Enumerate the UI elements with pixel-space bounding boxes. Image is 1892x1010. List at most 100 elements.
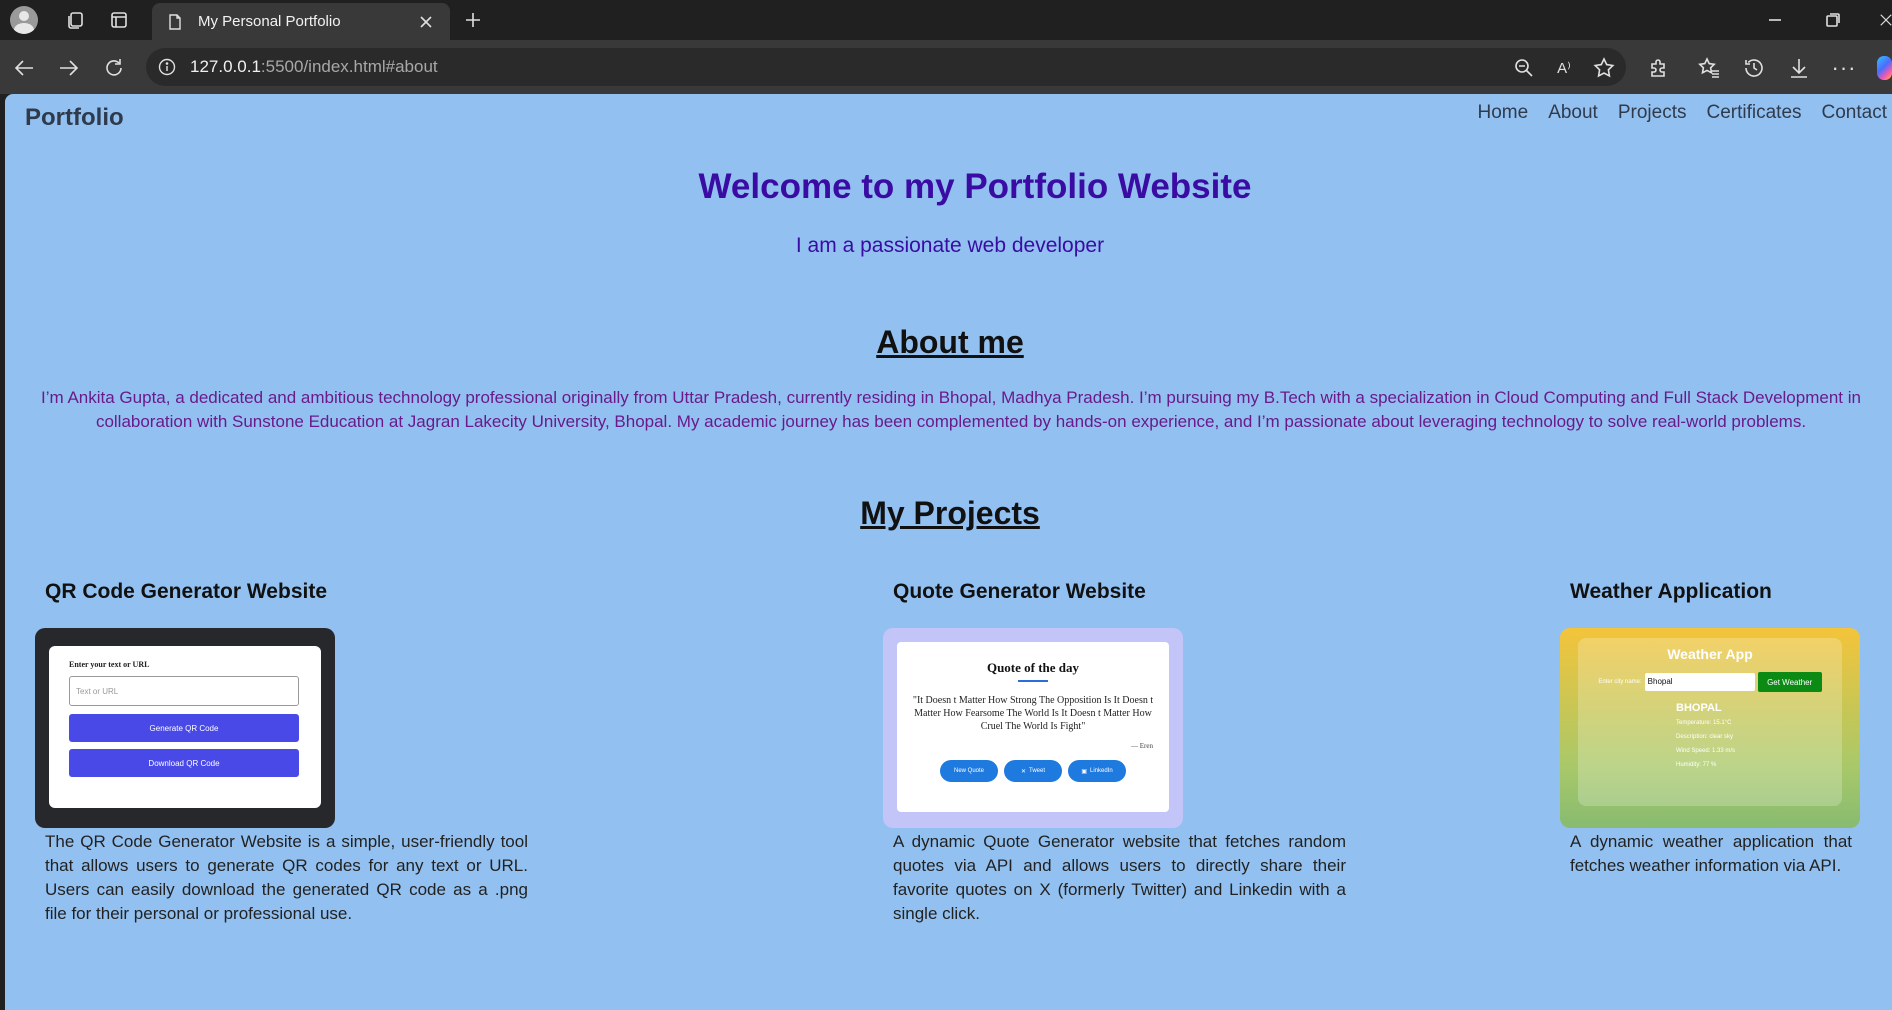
about-heading: About me (876, 324, 1024, 360)
profile-button[interactable] (8, 6, 40, 34)
site-info-icon[interactable] (158, 58, 176, 76)
weather-preview-search-row: Enter city name: Bhopal Get Weather (1578, 672, 1842, 692)
qr-preview-input: Text or URL (69, 676, 299, 706)
page-viewport: Portfolio Home About Projects Certificat… (5, 94, 1892, 1010)
quote-preview-linkedin-label: LinkedIn (1089, 768, 1113, 774)
refresh-button[interactable] (100, 54, 128, 82)
weather-preview-temperature: Temperature: 15.1°C (1676, 720, 1732, 726)
qr-preview-label: Enter your text or URL (69, 660, 150, 669)
collections-button[interactable] (62, 6, 90, 34)
quote-preview-new-button: New Quote (940, 760, 998, 782)
nav-link-home[interactable]: Home (1478, 102, 1529, 124)
about-text: I’m Ankita Gupta, a dedicated and ambiti… (41, 388, 1861, 431)
address-bar[interactable]: 127.0.0.1:5500/index.html#about (146, 48, 1626, 86)
weather-preview-humidity: Humidity: 77 % (1676, 762, 1717, 768)
copilot-icon (1877, 56, 1892, 80)
hero-subtitle: I am a passionate web developer (795, 234, 1105, 257)
minimize-button[interactable] (1760, 6, 1790, 34)
projects-heading: My Projects (860, 495, 1040, 531)
window-close-button[interactable] (1872, 6, 1892, 34)
weather-preview-card: Weather App Enter city name: Bhopal Get … (1578, 638, 1842, 806)
extensions-button[interactable] (1645, 54, 1673, 82)
refresh-icon (106, 59, 122, 76)
favorites-icon (1698, 57, 1719, 78)
downloads-button[interactable] (1785, 54, 1813, 82)
extensions-icon (1651, 59, 1665, 77)
back-icon (14, 60, 33, 76)
maximize-button[interactable] (1818, 6, 1848, 34)
weather-preview-title: Weather App (1667, 646, 1753, 662)
weather-preview-result: BHOPAL Temperature: 15.1°C Description: … (1676, 702, 1842, 768)
nav-link-about[interactable]: About (1548, 102, 1598, 124)
weather-preview-city: BHOPAL (1676, 702, 1722, 714)
copilot-button[interactable] (1877, 54, 1892, 82)
zoom-button[interactable] (1510, 54, 1538, 82)
browser-tab-active[interactable]: My Personal Portfolio (152, 3, 450, 40)
project-card-quote: Quote Generator Website Quote of the day… (883, 580, 1346, 923)
nav-link-projects[interactable]: Projects (1618, 102, 1687, 124)
qr-preview-download-button: Download QR Code (69, 749, 299, 777)
x-logo-icon: ✕ (1020, 768, 1026, 775)
weather-preview-description: Description: clear sky (1676, 734, 1734, 740)
qr-preview-generate-button: Generate QR Code (69, 714, 299, 742)
url-text[interactable]: 127.0.0.1:5500/index.html#about (190, 57, 438, 77)
collections-icon (68, 12, 83, 29)
project-description: A dynamic weather application that fetch… (1570, 832, 1852, 875)
profile-icon (10, 6, 38, 34)
quote-preview-card: Quote of the day "It Doesn t Matter How … (897, 642, 1169, 812)
history-icon (1745, 59, 1763, 77)
weather-preview-wind: Wind Speed: 1.33 m/s (1676, 748, 1736, 754)
nav-link-certificates[interactable]: Certificates (1706, 102, 1801, 124)
quote-preview-text: "It Doesn t Matter How Strong The Opposi… (912, 695, 1154, 732)
window-close-icon (1880, 14, 1892, 26)
linkedin-logo-icon: ▣ (1081, 768, 1087, 775)
quote-preview-divider (1018, 680, 1048, 682)
close-icon[interactable] (416, 12, 436, 32)
minimize-icon (1769, 19, 1781, 21)
site-navbar: Portfolio Home About Projects Certificat… (5, 94, 1892, 140)
site-brand[interactable]: Portfolio (25, 104, 124, 132)
project-thumbnail-quote: Quote of the day "It Doesn t Matter How … (883, 628, 1183, 828)
quote-preview-heading: Quote of the day (986, 660, 1080, 675)
project-card-weather: Weather Application Weather App Enter ci… (1560, 580, 1860, 875)
maximize-icon (1826, 13, 1840, 27)
quote-preview-tweet-label: Tweet (1029, 768, 1046, 774)
project-description: A dynamic Quote Generator website that f… (893, 832, 1346, 923)
project-card-qr: QR Code Generator Website Enter your tex… (35, 580, 528, 923)
more-icon: ··· (1831, 55, 1857, 80)
nav-link-contact[interactable]: Contact (1822, 102, 1887, 124)
nav-links: Home About Projects Certificates Contact (1478, 102, 1888, 124)
browser-tabstrip: My Personal Portfolio (0, 0, 1892, 40)
tab-actions-button[interactable] (105, 6, 133, 34)
read-aloud-button[interactable]: A⁾ (1550, 54, 1578, 82)
quote-preview-buttons: New Quote ✕ Tweet ▣ LinkedIn (911, 760, 1155, 782)
url-path: :5500/index.html#about (260, 57, 438, 76)
forward-icon (60, 60, 79, 76)
project-description: The QR Code Generator Website is a simpl… (45, 832, 528, 923)
quote-preview-new-label: New Quote (953, 768, 984, 774)
url-host: 127.0.0.1 (190, 57, 261, 76)
favorites-button[interactable] (1695, 54, 1723, 82)
qr-preview-card: Enter your text or URL Text or URL Gener… (49, 646, 321, 808)
browser-toolbar: 127.0.0.1:5500/index.html#about A⁾ ··· (0, 40, 1892, 94)
hero-title: Welcome to my Portfolio Website (698, 167, 1252, 206)
favorite-star-icon (1593, 57, 1615, 78)
zoom-icon (1515, 59, 1533, 77)
new-tab-button[interactable] (458, 6, 488, 34)
more-button[interactable]: ··· (1830, 54, 1858, 82)
project-title: Quote Generator Website (893, 580, 1146, 603)
weather-preview-input-label: Enter city name: (1598, 679, 1642, 685)
project-thumbnail-qr: Enter your text or URL Text or URL Gener… (35, 628, 335, 828)
quote-preview-tweet-button: ✕ Tweet (1004, 760, 1062, 782)
tab-actions-icon (111, 12, 127, 28)
add-favorite-button[interactable] (1590, 54, 1618, 82)
page-icon (166, 13, 184, 31)
project-title: Weather Application (1570, 580, 1772, 603)
read-aloud-icon: A⁾ (1557, 60, 1571, 77)
forward-button[interactable] (55, 54, 83, 82)
quote-preview-author: — Eren (1131, 742, 1153, 750)
project-thumbnail-weather: Weather App Enter city name: Bhopal Get … (1560, 628, 1860, 828)
back-button[interactable] (10, 54, 38, 82)
project-title: QR Code Generator Website (45, 580, 328, 603)
history-button[interactable] (1740, 54, 1768, 82)
